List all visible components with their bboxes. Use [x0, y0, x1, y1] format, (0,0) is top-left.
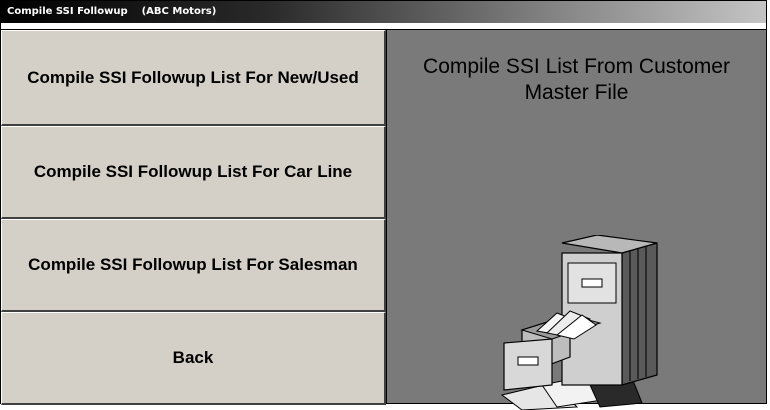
back-label: Back: [172, 348, 214, 367]
compile-car-line-button[interactable]: Compile SSI Followup List For Car Line: [1, 126, 386, 219]
info-panel: Compile SSI List From Customer Master Fi…: [386, 30, 766, 410]
window-title: Compile SSI Followup: [7, 6, 128, 17]
title-bar: Compile SSI Followup (ABC Motors): [1, 1, 766, 23]
main-window: Compile SSI Followup (ABC Motors) Compile…: [0, 0, 767, 410]
window-app-name: (ABC Motors): [141, 6, 217, 17]
compile-new-used-button[interactable]: Compile SSI Followup List For New/Used: [1, 30, 386, 126]
compile-car-line-label: Compile SSI Followup List For Car Line: [33, 162, 353, 181]
back-button[interactable]: Back: [1, 312, 386, 405]
menu-panel: Compile SSI Followup List For New/Used C…: [1, 30, 386, 405]
title-separator: [1, 23, 766, 30]
compile-new-used-label: Compile SSI Followup List For New/Used: [27, 67, 359, 87]
compile-salesman-label: Compile SSI Followup List For Salesman: [28, 255, 358, 274]
compile-salesman-button[interactable]: Compile SSI Followup List For Salesman: [1, 219, 386, 312]
file-cabinet-icon: [500, 235, 658, 410]
info-title: Compile SSI List From Customer Master Fi…: [423, 55, 730, 104]
